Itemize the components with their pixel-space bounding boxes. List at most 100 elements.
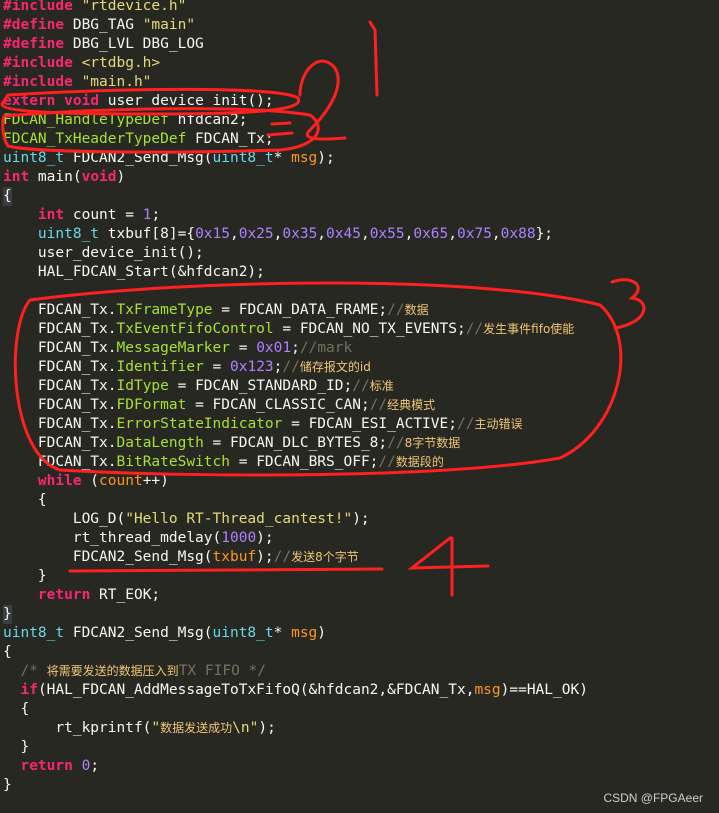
code-token: ++) bbox=[142, 473, 169, 489]
code-token: "Hello RT-Thread_cantest!" bbox=[125, 511, 353, 527]
code-token: // bbox=[387, 302, 405, 318]
code-token: // bbox=[456, 416, 475, 432]
code-line[interactable]: extern void user_device_init(); bbox=[3, 92, 274, 111]
code-token: while bbox=[37, 473, 82, 489]
code-token: , bbox=[360, 226, 370, 242]
code-token: txbuf[8]={ bbox=[99, 226, 196, 242]
code-token: TX FIFO */ bbox=[178, 663, 266, 679]
code-token: return bbox=[37, 587, 91, 603]
code-line[interactable]: #include "main.h" bbox=[3, 73, 151, 92]
code-line[interactable]: #include "rtdevice.h" bbox=[3, 0, 186, 16]
code-line[interactable]: int main(void) bbox=[3, 168, 125, 187]
code-token: 储存报文的id bbox=[299, 360, 371, 374]
code-line[interactable]: FDCAN_Tx.Identifier = 0x123;//储存报文的id bbox=[3, 358, 371, 377]
code-line[interactable]: FDCAN_Tx.MessageMarker = 0x01;//mark bbox=[3, 339, 352, 358]
code-token: ); bbox=[256, 530, 274, 546]
code-token: , bbox=[448, 226, 457, 242]
code-token: return bbox=[20, 758, 73, 774]
code-line[interactable]: if(HAL_FDCAN_AddMessageToTxFifoQ(&hfdcan… bbox=[3, 681, 587, 700]
code-line[interactable]: uint8_t FDCAN2_Send_Msg(uint8_t* msg) bbox=[3, 624, 326, 643]
code-token: uint8_t bbox=[212, 625, 274, 641]
code-line[interactable]: uint8_t FDCAN2_Send_Msg(uint8_t* msg); bbox=[3, 149, 335, 168]
code-token: BitRateSwitch bbox=[116, 454, 231, 470]
code-token: extern bbox=[3, 93, 56, 109]
code-token: 将需要发送的数据压入到 bbox=[46, 664, 179, 678]
code-token: 发生事件fifo使能 bbox=[483, 322, 575, 336]
code-line[interactable]: { bbox=[3, 187, 12, 206]
code-token: // bbox=[465, 321, 484, 337]
code-token: } bbox=[3, 739, 30, 755]
code-token: rt_kprintf( bbox=[3, 720, 152, 736]
code-line[interactable]: } bbox=[3, 738, 29, 757]
code-line[interactable]: } bbox=[3, 776, 12, 795]
code-line[interactable]: /* 将需要发送的数据压入到TX FIFO */ bbox=[3, 662, 266, 681]
code-token: { bbox=[3, 492, 47, 508]
code-line[interactable]: return 0; bbox=[3, 757, 99, 776]
code-line[interactable]: rt_kprintf("数据发送成功\n"); bbox=[3, 719, 275, 738]
code-token: FDCAN_Tx. bbox=[3, 454, 117, 470]
code-token: FDCAN_Tx. bbox=[3, 302, 117, 318]
code-token: DBG_LVL DBG_LOG bbox=[64, 36, 204, 52]
code-line[interactable]: FDCAN_Tx.IdType = FDCAN_STANDARD_ID;//标准 bbox=[3, 377, 394, 396]
code-token: 0x65 bbox=[413, 226, 449, 242]
code-line[interactable]: FDCAN_Tx.TxEventFifoControl = FDCAN_NO_T… bbox=[3, 320, 574, 339]
code-token: = FDCAN_ESI_ACTIVE; bbox=[282, 416, 457, 432]
code-line[interactable]: #define DBG_LVL DBG_LOG bbox=[3, 35, 204, 54]
code-token: = FDCAN_NO_TX_EVENTS; bbox=[273, 321, 466, 337]
code-token: * bbox=[273, 625, 292, 641]
code-token: FDCAN_Tx. bbox=[3, 359, 117, 375]
code-token: FDCAN_Tx. bbox=[3, 378, 117, 394]
code-line[interactable]: FDCAN_HandleTypeDef hfdcan2; bbox=[3, 111, 247, 130]
code-line[interactable]: FDCAN_Tx.TxFrameType = FDCAN_DATA_FRAME;… bbox=[3, 301, 429, 320]
code-token: }; bbox=[535, 226, 554, 242]
code-token: FDCAN_Tx. bbox=[3, 321, 117, 337]
code-token: // bbox=[273, 549, 292, 565]
code-line[interactable]: FDCAN_Tx.ErrorStateIndicator = FDCAN_ESI… bbox=[3, 415, 523, 434]
code-line[interactable]: } bbox=[3, 605, 12, 624]
code-token: = FDCAN_BRS_OFF; bbox=[230, 454, 379, 470]
code-line[interactable]: FDCAN_TxHeaderTypeDef FDCAN_Tx; bbox=[3, 130, 274, 149]
code-token: ; bbox=[151, 207, 161, 223]
code-token: { bbox=[3, 701, 30, 717]
code-token: = FDCAN_DLC_BYTES_8; bbox=[203, 435, 388, 451]
code-token: int bbox=[37, 207, 65, 223]
code-line[interactable]: while (count++) bbox=[3, 472, 169, 491]
code-token: msg bbox=[291, 150, 318, 166]
code-line[interactable]: int count = 1; bbox=[3, 206, 160, 225]
code-line[interactable]: FDCAN_Tx.FDFormat = FDCAN_CLASSIC_CAN;//… bbox=[3, 396, 435, 415]
code-line[interactable]: LOG_D("Hello RT-Thread_cantest!"); bbox=[3, 510, 370, 529]
code-token: "main.h" bbox=[81, 74, 152, 90]
code-token: #define bbox=[3, 36, 65, 52]
code-line[interactable]: uint8_t txbuf[8]={0x15,0x25,0x35,0x45,0x… bbox=[3, 225, 553, 244]
code-token: " bbox=[151, 720, 161, 736]
code-line[interactable]: FDCAN2_Send_Msg(txbuf);//发送8个字节 bbox=[3, 548, 359, 567]
code-line[interactable]: HAL_FDCAN_Start(&hfdcan2); bbox=[3, 263, 265, 282]
code-line[interactable]: { bbox=[3, 700, 29, 719]
code-line[interactable]: } bbox=[3, 567, 47, 586]
code-token: ); bbox=[352, 511, 370, 527]
code-line[interactable]: return RT_EOK; bbox=[3, 586, 160, 605]
code-token: FDCAN_Tx. bbox=[3, 416, 117, 432]
code-line[interactable]: FDCAN_Tx.DataLength = FDCAN_DLC_BYTES_8;… bbox=[3, 434, 460, 453]
code-line[interactable]: FDCAN_Tx.BitRateSwitch = FDCAN_BRS_OFF;/… bbox=[3, 453, 444, 472]
code-editor[interactable]: #include "rtdevice.h" #define DBG_TAG "ma… bbox=[0, 0, 719, 813]
code-line[interactable]: #include <rtdbg.h> bbox=[3, 54, 160, 73]
code-token: void bbox=[64, 93, 100, 109]
code-line[interactable]: rt_thread_mdelay(1000); bbox=[3, 529, 274, 548]
code-token: { bbox=[3, 644, 12, 660]
code-token: uint8_t bbox=[37, 226, 100, 242]
code-token: Identifier bbox=[116, 359, 204, 375]
code-token: ) bbox=[317, 625, 327, 641]
code-token: #define bbox=[3, 17, 65, 33]
code-line[interactable]: #define DBG_TAG "main" bbox=[3, 16, 195, 35]
code-line[interactable]: { bbox=[3, 491, 47, 510]
code-token: txbuf bbox=[212, 549, 257, 565]
code-line[interactable]: { bbox=[3, 643, 12, 662]
code-line[interactable]: user_device_init(); bbox=[3, 244, 204, 263]
